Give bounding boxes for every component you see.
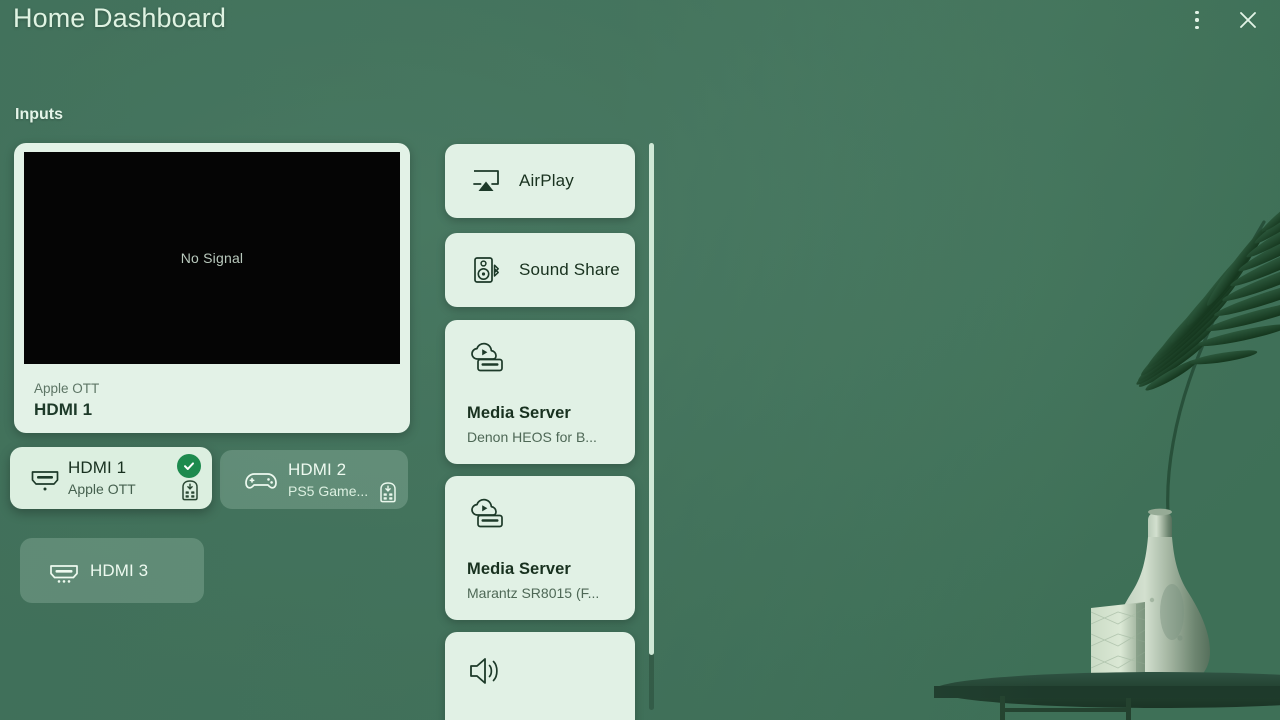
service-card-sub: Denon HEOS for B...: [467, 429, 597, 445]
media-server-cloud-icon: [467, 342, 635, 376]
hdmi-port-icon: [22, 463, 68, 493]
service-card-sound-share[interactable]: Sound Share: [445, 233, 635, 307]
bluetooth-speaker-icon: [471, 255, 501, 285]
input-tile-hdmi-2[interactable]: HDMI 2 PS5 Game...: [220, 450, 408, 509]
input-preview-card[interactable]: No Signal Apple OTT HDMI 1: [14, 143, 410, 433]
section-label-inputs: Inputs: [15, 106, 63, 123]
preview-screen: No Signal: [24, 152, 400, 364]
input-tile-text: HDMI 3: [90, 560, 194, 582]
preview-subtitle: Apple OTT: [34, 381, 100, 396]
input-tile-text: HDMI 1 Apple OTT: [68, 457, 176, 499]
input-tile-name: HDMI 1: [68, 458, 127, 477]
remote-control-icon[interactable]: [378, 481, 398, 503]
input-tile-hdmi-3[interactable]: HDMI 3: [20, 538, 204, 603]
input-tile-text: HDMI 2 PS5 Game...: [288, 459, 374, 501]
service-card-label: AirPlay: [519, 171, 574, 190]
airplay-icon: [471, 167, 501, 195]
page-title: Home Dashboard: [13, 3, 227, 33]
service-card-sub: Marantz SR8015 (F...: [467, 585, 600, 601]
preview-title: HDMI 1: [34, 400, 93, 419]
input-tile-name: HDMI 2: [288, 459, 347, 479]
kebab-menu-icon[interactable]: [1183, 6, 1211, 34]
close-icon[interactable]: [1233, 5, 1263, 35]
input-tile-name: HDMI 3: [90, 560, 149, 580]
service-card-media-server-1[interactable]: Media Server Denon HEOS for B...: [445, 320, 635, 464]
input-tile-hdmi-1[interactable]: HDMI 1 Apple OTT: [10, 447, 212, 509]
remote-control-icon[interactable]: [180, 479, 200, 501]
vertical-scrollbar-thumb[interactable]: [649, 143, 654, 655]
input-tile-sub: Apple OTT: [68, 481, 136, 497]
service-card-title: Media Server: [467, 560, 571, 578]
no-signal-text: No Signal: [180, 250, 244, 266]
service-card-label: Sound Share: [519, 260, 620, 279]
top-bar: Home Dashboard: [0, 0, 1280, 56]
preview-meta: Apple OTT HDMI 1: [34, 379, 99, 421]
services-column: AirPlay Sound Share Media Server Denon H…: [430, 130, 660, 720]
service-card-speaker[interactable]: [445, 632, 635, 720]
speaker-volume-icon: [467, 654, 635, 688]
media-server-cloud-icon: [467, 498, 635, 532]
hdmi-port-icon: [38, 556, 90, 586]
gamepad-icon: [234, 465, 288, 495]
input-tile-badges: [176, 454, 204, 502]
input-tile-badges: [374, 456, 402, 504]
vertical-scrollbar-track[interactable]: [649, 143, 654, 710]
input-tile-sub: PS5 Game...: [288, 482, 369, 499]
service-card-airplay[interactable]: AirPlay: [445, 144, 635, 218]
inputs-left-column: No Signal Apple OTT HDMI 1 HDMI 1 Apple …: [0, 130, 430, 720]
service-card-title: Media Server: [467, 404, 571, 422]
service-card-media-server-2[interactable]: Media Server Marantz SR8015 (F...: [445, 476, 635, 620]
check-circle-icon: [177, 454, 201, 478]
